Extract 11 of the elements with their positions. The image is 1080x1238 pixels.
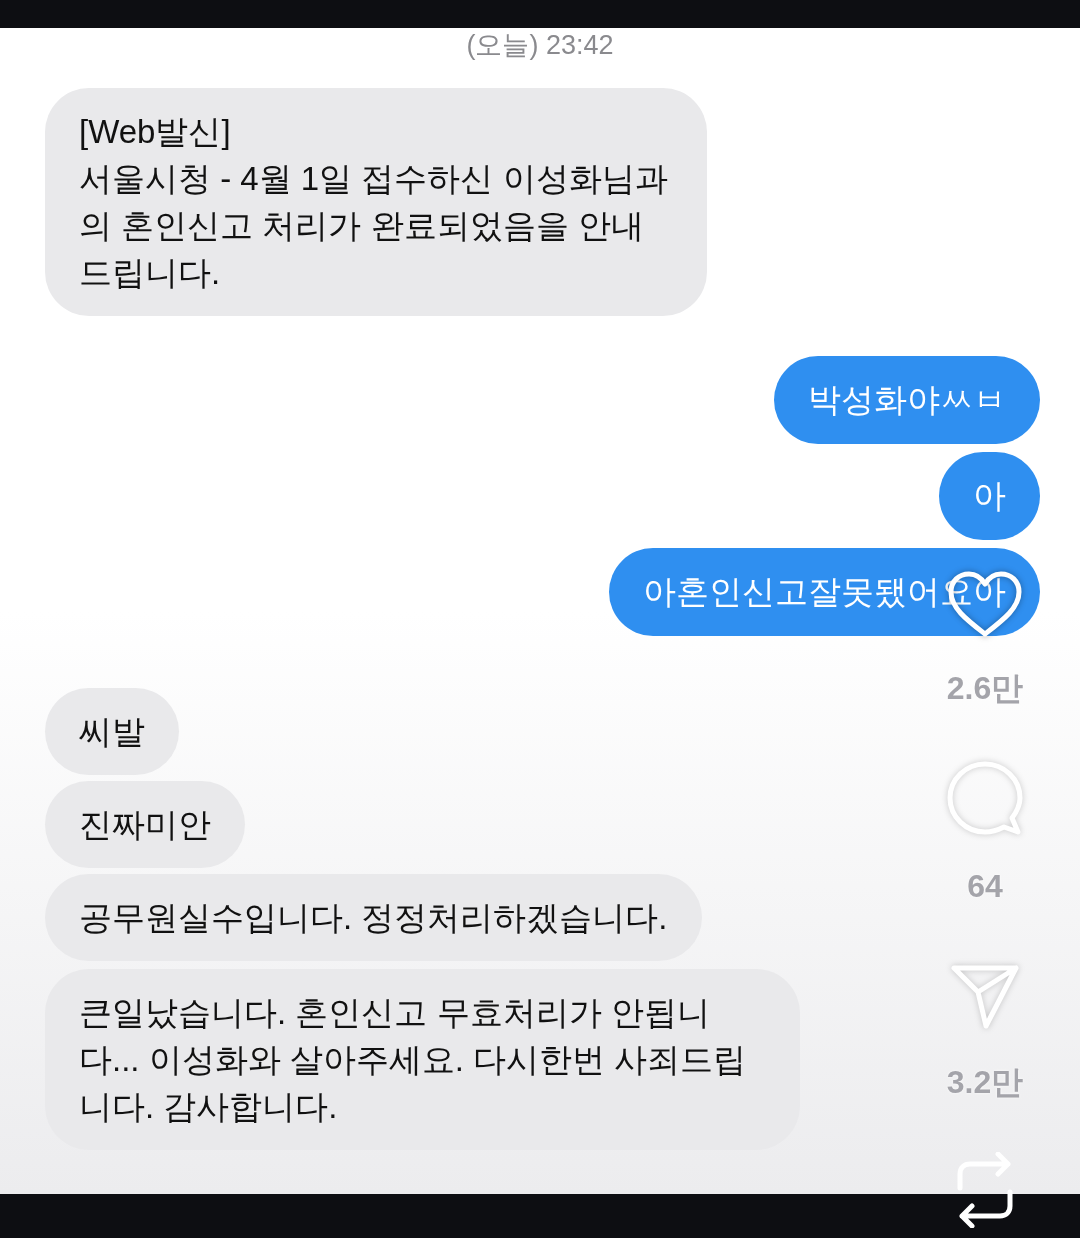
count-label: 2.6만 xyxy=(946,669,1024,708)
message-bubble: 아 xyxy=(939,452,1040,540)
timestamp: (오늘) 23:42 xyxy=(466,29,614,62)
count-label: 3.2만 xyxy=(946,1063,1024,1102)
message-bubble: 박성화야ㅆㅂ xyxy=(774,356,1040,444)
message-bubble: 큰일났습니다. 혼인신고 무효처리가 안됩니다... 이성화와 살아주세요. 다시한번 사죄드립니다. 감사합니다. xyxy=(45,969,800,1150)
message-bubble: 씨발 xyxy=(45,688,179,775)
message-bubble: 공무원실수입니다. 정정처리하겠습니다. xyxy=(45,874,702,961)
count-label: 64 xyxy=(967,867,1003,906)
message-bubble: 진짜미안 xyxy=(45,781,245,868)
message-bubble: [Web발신] 서울시청 - 4월 1일 접수하신 이성화님과의 혼인신고 처리가 완료되었음을 안내드립니다. xyxy=(45,88,707,316)
